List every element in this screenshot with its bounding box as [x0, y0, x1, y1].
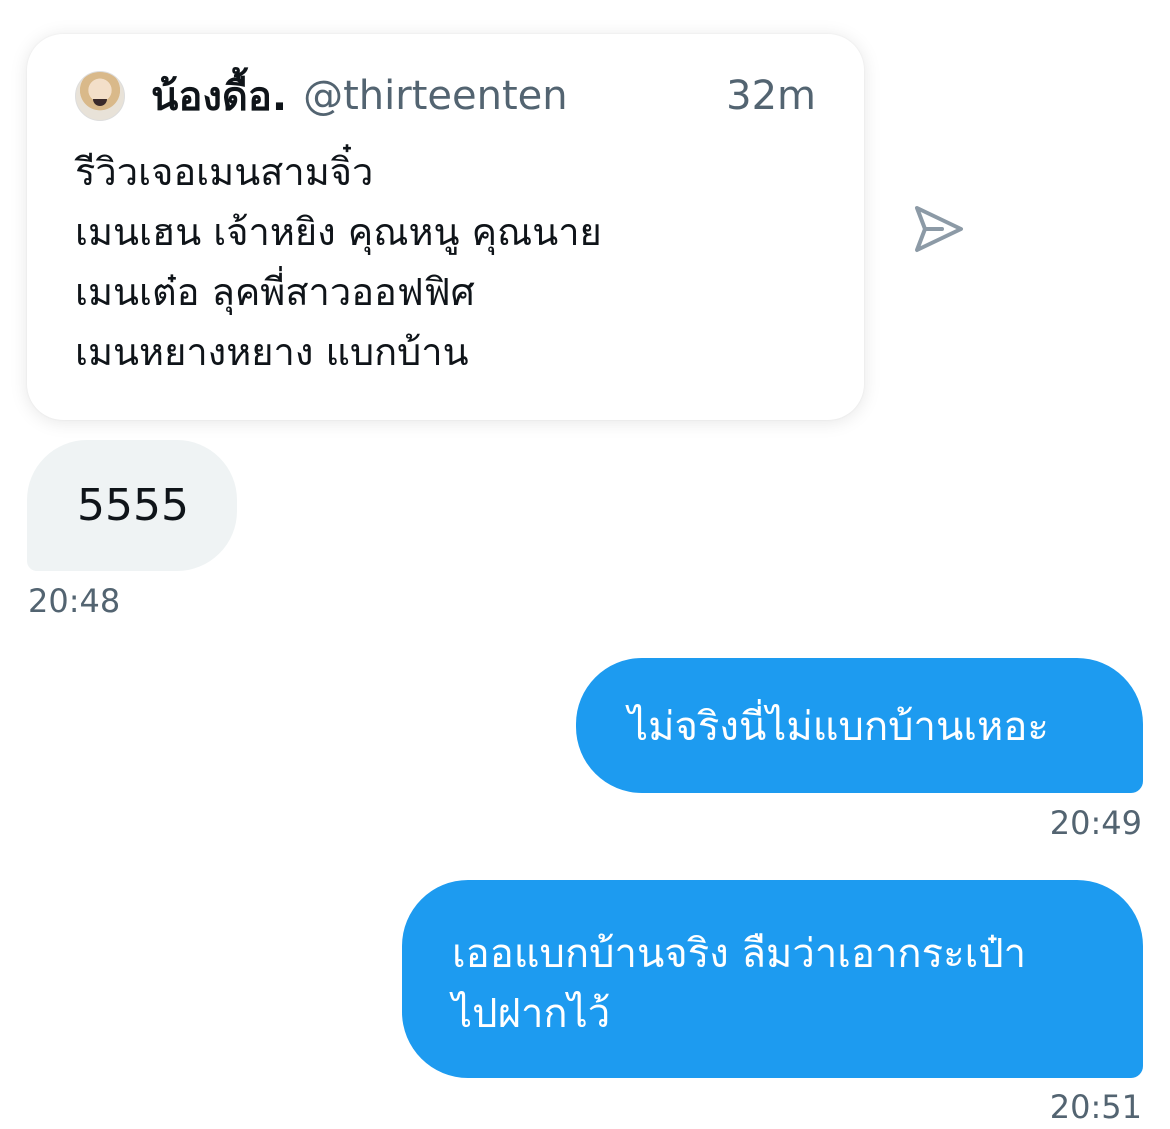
quoted-tweet-text: รีวิวเจอเมนสามจิ๋ว เมนเฮน เจ้าหยิง คุณหน… — [75, 142, 835, 382]
quoted-tweet-header: น้องดื้อ. @thirteenten 32m — [75, 70, 816, 122]
message-text-line: ไปฝากไว้ — [452, 991, 611, 1037]
outgoing-message-bubble[interactable]: เออแบกบ้านจริง ลืมว่าเอากระเป๋า ไปฝากไว้ — [402, 880, 1143, 1078]
tweet-line: เมนเต๋อ ลุคพี่สาวออฟฟิศ — [75, 270, 475, 314]
dm-conversation: น้องดื้อ. @thirteenten 32m รีวิวเจอเมนสา… — [0, 0, 1170, 1129]
message-timestamp: 20:48 — [28, 582, 121, 620]
incoming-message-bubble[interactable]: 5555 — [27, 440, 237, 571]
message-text: 5555 — [77, 480, 189, 531]
tweet-timestamp: 32m — [726, 73, 816, 119]
author-handle: @thirteenten — [303, 73, 568, 119]
tweet-line: รีวิวเจอเมนสามจิ๋ว — [75, 150, 374, 194]
message-timestamp: 20:51 — [1049, 1088, 1142, 1126]
outgoing-message-bubble[interactable]: ไม่จริงนี่ไม่แบกบ้านเหอะ — [576, 658, 1143, 793]
tweet-line: เมนเฮน เจ้าหยิง คุณหนู คุณนาย — [75, 210, 602, 254]
tweet-line: เมนหยางหยาง แบกบ้าน — [75, 330, 469, 374]
avatar[interactable] — [75, 71, 125, 121]
quoted-tweet-card[interactable]: น้องดื้อ. @thirteenten 32m รีวิวเจอเมนสา… — [27, 34, 864, 420]
author-display-name: น้องดื้อ. — [151, 74, 288, 120]
message-text: ไม่จริงนี่ไม่แบกบ้านเหอะ — [628, 703, 1049, 750]
message-text-line: เออแบกบ้านจริง ลืมว่าเอากระเป๋า — [452, 931, 1027, 977]
message-timestamp: 20:49 — [1049, 804, 1142, 842]
send-arrow-icon[interactable] — [912, 204, 966, 254]
